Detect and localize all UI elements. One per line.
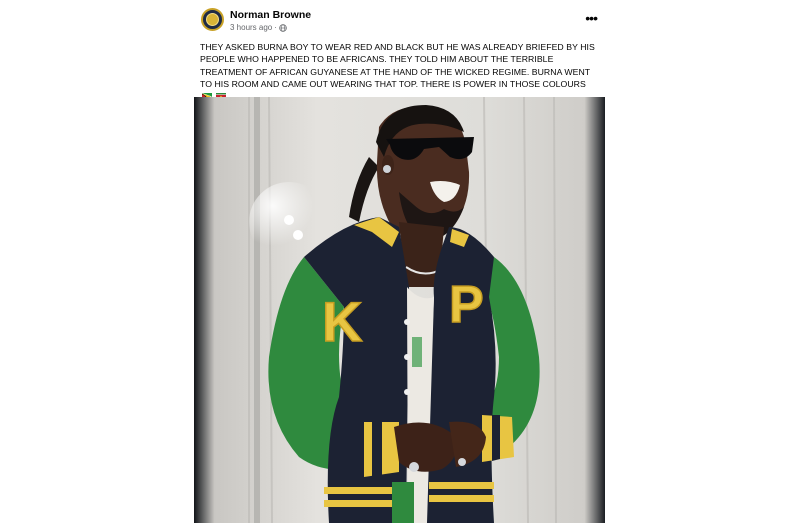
post-photo[interactable]: K P	[194, 97, 605, 523]
right-cuff-band	[492, 415, 500, 461]
post-timestamp[interactable]: 3 hours ago	[230, 23, 272, 32]
ring	[458, 458, 466, 466]
more-options-button[interactable]: •••	[585, 10, 598, 26]
post-body: THEY ASKED BURNA BOY TO WEAR RED AND BLA…	[200, 41, 600, 102]
post-text: THEY ASKED BURNA BOY TO WEAR RED AND BLA…	[200, 42, 595, 89]
photo-illustration: K P	[194, 97, 605, 523]
author-name[interactable]: Norman Browne	[230, 9, 311, 21]
jacket-letter-k: K	[322, 290, 362, 353]
avatar-emblem-icon	[206, 13, 219, 26]
post-meta: 3 hours ago ·	[230, 23, 287, 32]
hem-stripe	[429, 495, 494, 502]
door-frame	[254, 97, 260, 523]
hem-stripe	[429, 482, 494, 489]
jacket-button	[404, 319, 410, 325]
shirt-pattern	[412, 337, 422, 367]
facebook-post: Norman Browne 3 hours ago · ••• THEY ASK…	[194, 0, 605, 523]
jacket-button	[404, 389, 410, 395]
bulb-1	[284, 215, 294, 225]
left-cuff-band	[372, 419, 382, 477]
earring	[383, 165, 391, 173]
jacket-button	[404, 354, 410, 360]
ring	[409, 462, 419, 472]
globe-icon	[279, 23, 287, 32]
author-avatar[interactable]	[201, 8, 224, 31]
pocket	[392, 482, 414, 523]
jacket-letter-p: P	[449, 276, 484, 334]
post-header: Norman Browne 3 hours ago · •••	[194, 0, 605, 38]
bulb-2	[293, 230, 303, 240]
more-horizontal-icon: •••	[585, 10, 598, 26]
meta-separator: ·	[274, 23, 277, 32]
